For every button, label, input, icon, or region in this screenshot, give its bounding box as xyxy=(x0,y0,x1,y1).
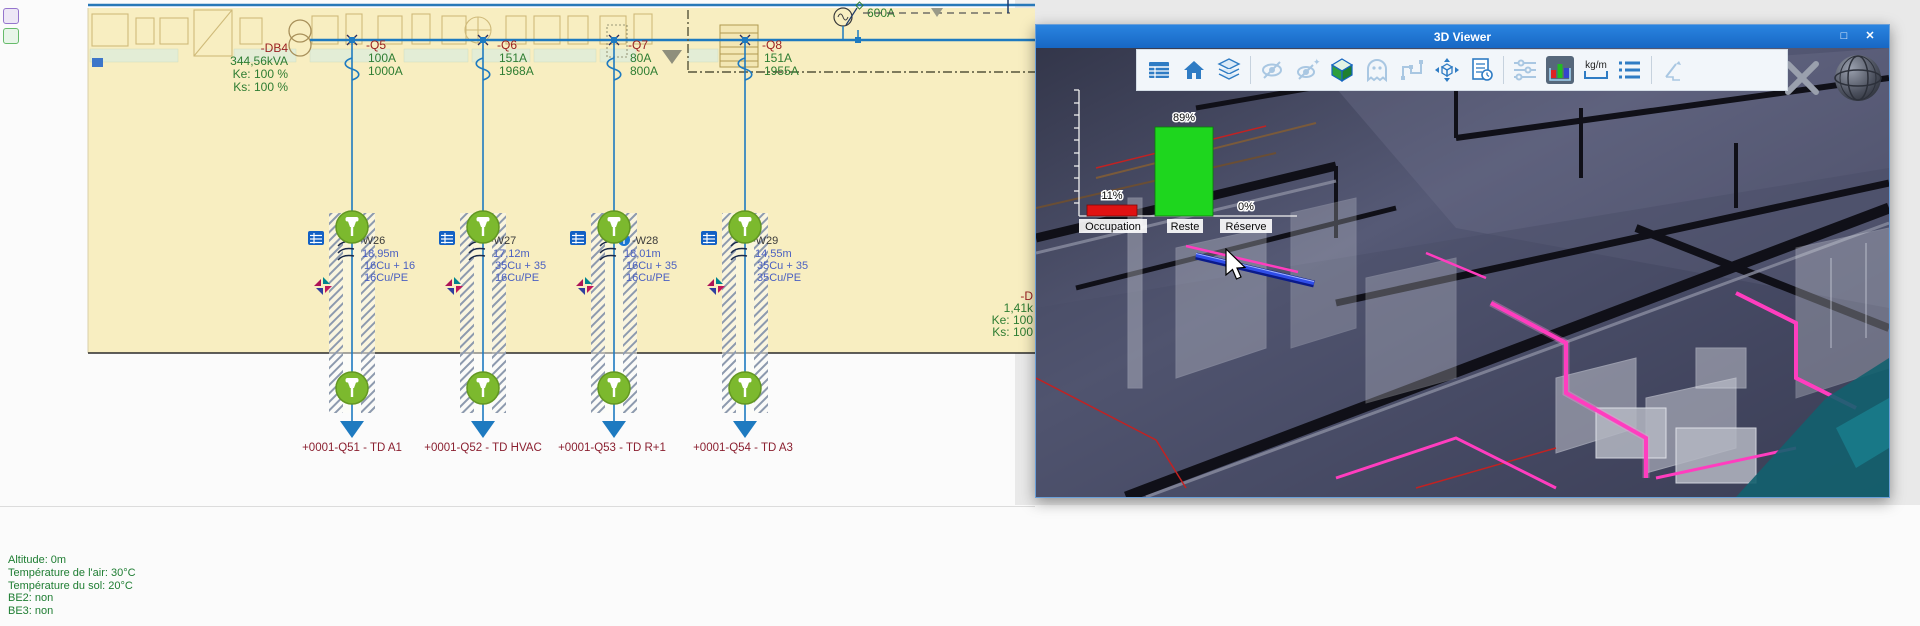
breaker-name: -Q5 xyxy=(366,38,386,52)
cable-length: 18,01m xyxy=(624,248,661,260)
breaker-capacity: 800A xyxy=(630,64,658,78)
sliders-icon[interactable] xyxy=(1511,56,1539,84)
kgm-label: kg/m xyxy=(1585,60,1607,71)
bar-value-label: 11% xyxy=(1101,190,1122,202)
location-pin-bottom[interactable] xyxy=(597,371,631,405)
navigation-globe-icon[interactable] xyxy=(1834,55,1882,101)
cable-table-icon[interactable] xyxy=(307,230,325,246)
pipes-icon[interactable] xyxy=(1398,56,1426,84)
occupation-chart: 11% 89% 0% Occupation Reste Réserve xyxy=(1067,86,1302,241)
draw-icon[interactable] xyxy=(1659,56,1687,84)
bar-value-label: 0% xyxy=(1238,201,1254,213)
bar-value-label: 89% xyxy=(1173,112,1195,124)
source-power: 344,56kVA xyxy=(230,54,288,68)
viewer-body: ✦ kg/m 11% 89% 0% Occupation Reste Réser… xyxy=(1036,48,1889,497)
feeder-arrow xyxy=(471,421,495,438)
cable-length: 18,95m xyxy=(362,248,399,260)
source-ke: Ke: 100 % xyxy=(233,67,289,81)
toolbar-separator xyxy=(1503,56,1504,84)
bar-category-label: Occupation xyxy=(1085,221,1141,233)
env-line: Température de l'air: 30°C xyxy=(8,566,136,579)
bar-occupation xyxy=(1086,204,1138,217)
source-ks: Ks: 100 % xyxy=(233,80,288,94)
bar-category-label: Réserve xyxy=(1226,221,1267,233)
window-titlebar[interactable]: 3D Viewer □ ✕ xyxy=(1036,25,1889,48)
cable-section1: 35Cu + 35 xyxy=(495,260,546,272)
breaker-rating: 151A xyxy=(499,51,527,65)
cable-table-icon[interactable] xyxy=(700,230,718,246)
location-pin-top[interactable] xyxy=(335,210,369,244)
cable-length: 14,55m xyxy=(755,248,792,260)
hide-new-icon[interactable]: ✦ xyxy=(1293,56,1321,84)
cube-3d-icon[interactable] xyxy=(1328,56,1356,84)
report-icon[interactable] xyxy=(1468,56,1496,84)
source-name: -DB4 xyxy=(261,41,289,55)
location-pin-top[interactable] xyxy=(466,210,500,244)
cable-section2: 35Cu/PE xyxy=(757,272,801,284)
breaker-rating: 100A xyxy=(368,51,396,65)
breaker-capacity: 1955A xyxy=(764,64,799,78)
schematic-canvas[interactable]: -DB4 344,56kVA Ke: 100 % Ks: 100 % 600A … xyxy=(0,0,1035,510)
home-icon[interactable] xyxy=(1180,56,1208,84)
breaker-name: -Q6 xyxy=(497,38,517,52)
environment-info: Altitude: 0m Température de l'air: 30°C … xyxy=(8,554,136,618)
breaker-name: -Q8 xyxy=(762,38,782,52)
location-pin-top[interactable] xyxy=(728,210,762,244)
breaker-rating: 80A xyxy=(630,51,651,65)
toolbar-separator xyxy=(1651,56,1652,84)
env-line: BE3: non xyxy=(8,605,54,618)
3d-viewer-window: 3D Viewer □ ✕ ✦ kg/m 11% 89% 0% Occupati… xyxy=(1035,24,1890,498)
clipped-panel-ks: Ks: 100 xyxy=(992,325,1033,339)
close-button[interactable]: ✕ xyxy=(1861,28,1879,44)
mouse-cursor xyxy=(1225,248,1247,280)
env-line: Altitude: 0m xyxy=(8,554,67,566)
svg-text:✦: ✦ xyxy=(1313,57,1320,67)
toolbar-separator xyxy=(1250,56,1251,84)
location-pin-bottom[interactable] xyxy=(466,371,500,405)
app-root: -DB4 344,56kVA Ke: 100 % Ks: 100 % 600A … xyxy=(0,0,1920,626)
cable-length: 17,12m xyxy=(493,248,530,260)
kg-per-m-icon[interactable]: kg/m xyxy=(1581,56,1609,84)
breaker-rating: 151A xyxy=(764,51,792,65)
feeder-arrow xyxy=(340,421,364,438)
cable-name: -W28 xyxy=(632,235,658,247)
window-title: 3D Viewer xyxy=(1433,29,1492,44)
layers-icon[interactable] xyxy=(1215,56,1243,84)
location-pin-bottom[interactable] xyxy=(335,371,369,405)
feeder-label: +0001-Q52 - TD HVAC xyxy=(424,442,542,454)
small-blue-glyph xyxy=(92,58,103,67)
cable-section1: 16Cu + 16 xyxy=(364,260,415,272)
env-line: Température du sol: 20°C xyxy=(8,579,133,592)
hide-icon[interactable] xyxy=(1258,56,1286,84)
ghost-icon[interactable] xyxy=(1363,56,1391,84)
feeder-arrow xyxy=(602,421,626,438)
location-pin-bottom[interactable] xyxy=(728,371,762,405)
maximize-button[interactable]: □ xyxy=(1835,28,1853,44)
cable-section2: 16Cu/PE xyxy=(626,272,670,284)
feeder-label: +0001-Q54 - TD A3 xyxy=(693,442,793,454)
cable-section2: 16Cu/PE xyxy=(364,272,408,284)
cable-table-icon[interactable] xyxy=(438,230,456,246)
table-icon[interactable] xyxy=(1145,56,1173,84)
viewer-toolbar: ✦ kg/m xyxy=(1136,49,1788,91)
bar-category-label: Reste xyxy=(1171,221,1200,233)
location-pin-top[interactable] xyxy=(597,210,631,244)
cable-section1: 35Cu + 35 xyxy=(757,260,808,272)
list-icon[interactable] xyxy=(1616,56,1644,84)
cable-section1: 16Cu + 35 xyxy=(626,260,677,272)
feeder-arrow xyxy=(733,421,757,438)
breaker-name: -Q7 xyxy=(628,38,648,52)
bar-reste xyxy=(1154,126,1214,217)
cable-table-icon[interactable] xyxy=(569,230,587,246)
env-line: BE2: non xyxy=(8,592,54,605)
breaker-capacity: 1968A xyxy=(499,64,534,78)
cable-section2: 16Cu/PE xyxy=(495,272,539,284)
feeder-label: +0001-Q51 - TD A1 xyxy=(302,442,402,454)
breaker-capacity: 1000A xyxy=(368,64,403,78)
feeder-label: +0001-Q53 - TD R+1 xyxy=(558,442,666,454)
occupation-chart-icon[interactable] xyxy=(1546,56,1574,84)
pan-3d-icon[interactable] xyxy=(1433,56,1461,84)
